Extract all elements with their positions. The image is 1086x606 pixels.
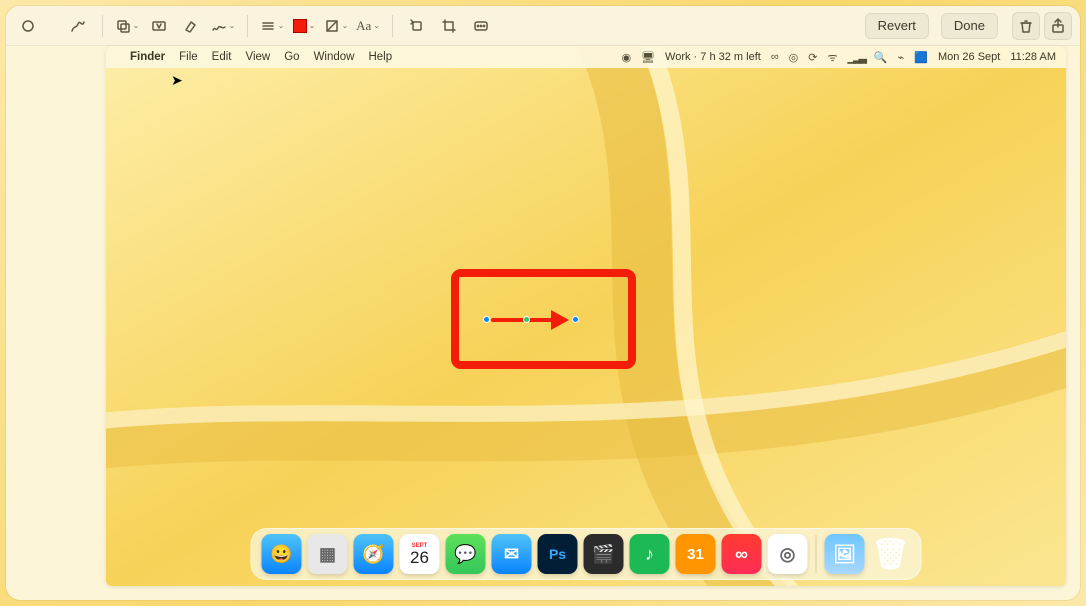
- menubar-time[interactable]: 11:28 AM: [1010, 51, 1056, 63]
- preview-window: ⌄ ⌄ ⌄ ⌄ ⌄ Aa ⌄: [6, 6, 1080, 600]
- menu-go[interactable]: Go: [284, 51, 299, 63]
- dock-finder[interactable]: 😀: [262, 534, 302, 574]
- curve-handle[interactable]: [523, 316, 530, 323]
- text-tool[interactable]: [145, 12, 173, 40]
- close-window-button[interactable]: [14, 12, 42, 40]
- dock-messages[interactable]: 💬: [446, 534, 486, 574]
- dock-preview[interactable]: 🖼: [825, 534, 865, 574]
- spotlight-icon[interactable]: 🔍: [874, 51, 888, 64]
- chevron-down-icon: ⌄: [342, 21, 349, 30]
- text-style-tool[interactable]: Aa ⌄: [354, 12, 382, 40]
- resize-handle-start[interactable]: [483, 316, 490, 323]
- infinity-icon[interactable]: ∞: [771, 51, 779, 63]
- chevron-down-icon: ⌄: [278, 21, 285, 30]
- dock-launchpad[interactable]: ▦: [308, 534, 348, 574]
- app-menu[interactable]: Finder: [130, 51, 165, 63]
- sketch-tool[interactable]: [64, 12, 92, 40]
- resize-handle-end[interactable]: [572, 316, 579, 323]
- macos-menubar: Finder File Edit View Go Window Help ◉ 🖥…: [106, 46, 1066, 68]
- menu-file[interactable]: File: [179, 51, 198, 63]
- dock-mail[interactable]: ✉︎: [492, 534, 532, 574]
- canvas-area[interactable]: Finder File Edit View Go Window Help ◉ 🖥…: [106, 46, 1066, 586]
- revert-button[interactable]: Revert: [865, 13, 929, 39]
- rotate-tool[interactable]: [403, 12, 431, 40]
- chevron-down-icon: ⌄: [309, 21, 316, 30]
- wifi-icon[interactable]: ▁▂▃: [848, 51, 864, 64]
- dock-slides[interactable]: 31: [676, 534, 716, 574]
- timer-icon[interactable]: 🖥: [641, 51, 655, 64]
- dock-calendar[interactable]: SEPT26: [400, 534, 440, 574]
- delete-button[interactable]: [1012, 12, 1040, 40]
- arrow-shape-selected[interactable]: [481, 318, 581, 322]
- share-button[interactable]: [1044, 12, 1072, 40]
- dock-spotify[interactable]: ♪: [630, 534, 670, 574]
- menu-edit[interactable]: Edit: [212, 51, 232, 63]
- notification-icon[interactable]: 🟦: [914, 51, 928, 64]
- description-tool[interactable]: [467, 12, 495, 40]
- sync-icon[interactable]: ⟳: [808, 51, 817, 64]
- crop-tool[interactable]: [435, 12, 463, 40]
- done-button[interactable]: Done: [941, 13, 998, 39]
- fill-color-tool[interactable]: ⌄: [322, 12, 350, 40]
- controlcenter-icon[interactable]: ⌁: [898, 51, 905, 64]
- dock-creativecloud[interactable]: ∞: [722, 534, 762, 574]
- airdrop-icon[interactable]: ◎: [789, 51, 799, 64]
- highlight-tool[interactable]: [177, 12, 205, 40]
- chevron-down-icon: ⌄: [133, 21, 140, 30]
- line-style-tool[interactable]: ⌄: [258, 12, 286, 40]
- menu-help[interactable]: Help: [368, 51, 392, 63]
- chevron-down-icon: ⌄: [229, 21, 236, 30]
- sign-tool[interactable]: ⌄: [209, 12, 237, 40]
- stroke-color-tool[interactable]: ⌄: [290, 12, 318, 40]
- cursor-pointer-icon: ➤: [171, 72, 183, 89]
- wifi-icon[interactable]: ᯤ: [827, 50, 837, 65]
- menubar-date[interactable]: Mon 26 Sept: [938, 51, 1000, 63]
- shapes-tool[interactable]: ⌄: [113, 12, 141, 40]
- menu-view[interactable]: View: [246, 51, 271, 63]
- chevron-down-icon: ⌄: [373, 21, 380, 30]
- macos-dock: 😀▦🧭SEPT26💬✉︎Ps🎬♪31∞◎ 🖼🗑: [251, 528, 922, 580]
- dock-photoshop[interactable]: Ps: [538, 534, 578, 574]
- menu-window[interactable]: Window: [314, 51, 355, 63]
- dock-finalcut[interactable]: 🎬: [584, 534, 624, 574]
- dock-chrome[interactable]: ◎: [768, 534, 808, 574]
- dock-trash[interactable]: 🗑: [871, 534, 911, 574]
- color-swatch-red: [293, 19, 307, 33]
- markup-toolbar: ⌄ ⌄ ⌄ ⌄ ⌄ Aa ⌄: [6, 6, 1080, 46]
- status-timer-text: Work · 7 h 32 m left: [665, 51, 761, 63]
- record-icon[interactable]: ◉: [621, 51, 631, 64]
- dock-safari[interactable]: 🧭: [354, 534, 394, 574]
